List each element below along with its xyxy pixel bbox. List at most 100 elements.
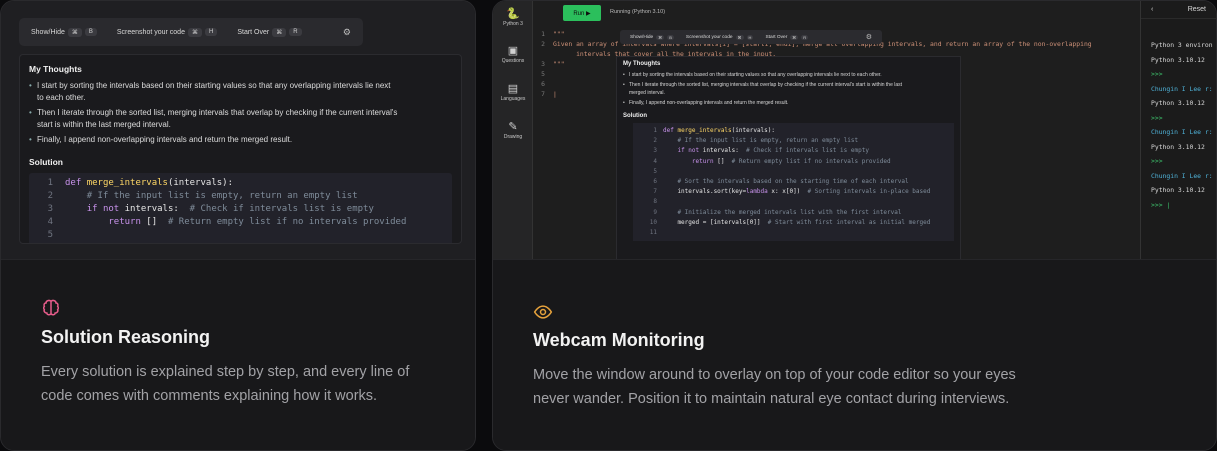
- questions-icon: ▣: [507, 45, 519, 57]
- line-number: 7: [541, 90, 545, 98]
- code-line: 7 intervals.sort(key=lambda x: x[0]) # S…: [633, 187, 954, 197]
- thought-item: Then I iterate through the sorted list, …: [29, 107, 399, 131]
- card-caption: Solution Reasoning Every solution is exp…: [1, 259, 475, 450]
- sidebar-item-drawing[interactable]: ✎ Drawing: [493, 120, 533, 140]
- terminal-line: Python 3.10.12: [1151, 99, 1205, 107]
- thought-item: Finally, I append non-overlapping interv…: [623, 99, 913, 107]
- line-number: [533, 49, 553, 59]
- pen-icon: ✎: [508, 121, 518, 133]
- thoughts-list: I start by sorting the intervals based o…: [623, 71, 954, 107]
- code-text: # If the input list is empty, return an …: [86, 191, 358, 201]
- ide-sidebar: 🐍 Python 3 ▣ Questions ▤ Languages ✎ Drawing: [493, 1, 533, 259]
- sidebar-item-questions[interactable]: ▣ Questions: [493, 44, 533, 64]
- line-number: 9: [653, 208, 657, 216]
- line-number: 10: [649, 218, 657, 226]
- terminal-line: Python 3.10.12: [1151, 55, 1205, 64]
- screenshot-shortcut[interactable]: Screenshot your code ⌘ H: [685, 34, 754, 40]
- code-text: if not intervals: # Check if intervals l…: [677, 147, 869, 155]
- feature-description: Move the window around to overlay on top…: [533, 367, 1016, 407]
- python-lang-icon[interactable]: 🐍 Python 3: [493, 7, 533, 27]
- editor-text: """: [553, 60, 565, 68]
- line-number: 5: [653, 167, 657, 175]
- terminal-line: >>> |: [1151, 200, 1171, 209]
- running-status: Running (Python 3.10): [610, 9, 666, 15]
- line-number: 6: [541, 80, 545, 88]
- feature-description: Every solution is explained step by step…: [41, 364, 410, 404]
- python-icon: 🐍: [506, 8, 520, 20]
- terminal-line: >>>: [1151, 157, 1163, 165]
- code-text: def merge_intervals(intervals):: [65, 178, 233, 188]
- screenshot-label: Screenshot your code: [116, 28, 185, 36]
- show-hide-label: Show/Hide: [630, 34, 654, 40]
- solution-panel: My Thoughts I start by sorting the inter…: [19, 54, 462, 244]
- show-hide-shortcut[interactable]: Show/Hide ⌘ B: [630, 34, 674, 40]
- code-line: 2 # If the input list is empty, return a…: [29, 190, 452, 203]
- line-number: 1: [653, 127, 657, 134]
- terminal-icon: ▤: [507, 83, 519, 95]
- terminal-line: Python 3.10.12: [1151, 142, 1205, 151]
- line-number: 8: [653, 198, 657, 206]
- reset-button[interactable]: Reset: [1188, 6, 1206, 13]
- line-number: 2: [541, 40, 545, 48]
- terminal-panel: ‹ Reset Python 3 environ Python 3.10.12 >>…: [1140, 1, 1216, 259]
- card-caption: Webcam Monitoring Move the window around…: [493, 259, 1216, 450]
- line-number: 3: [653, 147, 657, 155]
- thought-item: I start by sorting the intervals based o…: [623, 71, 913, 79]
- code-text: # Sort the intervals based on the starti…: [677, 178, 909, 186]
- terminal-line: Python 3.10.12: [1151, 186, 1205, 194]
- code-line: 3 if not intervals: # Check if intervals…: [633, 146, 954, 156]
- cmd-key: ⌘: [67, 27, 82, 37]
- code-line: 10 merged = [intervals[0]] # Start with …: [633, 218, 954, 228]
- code-text: if not intervals: # Check if intervals l…: [86, 204, 374, 214]
- line-number: 1: [541, 30, 545, 38]
- screenshot-label: Screenshot your code: [685, 34, 733, 40]
- code-text: # If the input list is empty, return an …: [677, 137, 859, 145]
- cmd-key: ⌘: [272, 27, 287, 37]
- sidebar-item-languages[interactable]: ▤ Languages: [493, 82, 533, 102]
- overlay-toolbar: Show/Hide ⌘ B Screenshot your code ⌘ H Start…: [620, 30, 882, 44]
- code-line: 1 def merge_intervals(intervals):: [633, 126, 954, 136]
- solution-title: Solution: [29, 157, 63, 167]
- terminal-line: Python 3 environ: [1151, 41, 1213, 49]
- line-number: 4: [653, 157, 657, 165]
- terminal-line: >>>: [1151, 113, 1163, 122]
- code-text: merged = [intervals[0]] # Start with fir…: [663, 218, 931, 226]
- show-hide-label: Show/Hide: [31, 28, 65, 36]
- start-over-shortcut[interactable]: Start Over ⌘ R: [765, 34, 809, 40]
- code-line: 3 if not intervals: # Check if intervals…: [29, 203, 452, 216]
- line-number: 11: [649, 229, 657, 237]
- brain-icon: [42, 299, 60, 316]
- gear-icon[interactable]: ⚙: [343, 27, 351, 38]
- sidebar-label: Python 3: [503, 21, 523, 27]
- solution-reasoning-card: Show/Hide ⌘ B Screenshot your code ⌘ H Sta…: [0, 0, 476, 451]
- thought-item: Then I iterate through the sorted list, …: [623, 81, 913, 97]
- line-number: 6: [653, 178, 657, 186]
- screenshot-shortcut[interactable]: Screenshot your code ⌘ H: [116, 27, 218, 37]
- overlay-solution-panel[interactable]: My Thoughts I start by sorting the inter…: [616, 56, 961, 259]
- show-hide-shortcut[interactable]: Show/Hide ⌘ B: [31, 27, 97, 37]
- key-r: R: [289, 28, 302, 36]
- gear-icon[interactable]: ⚙: [866, 33, 872, 41]
- run-button[interactable]: Run ▶: [563, 5, 601, 21]
- line-number: 2: [47, 191, 53, 201]
- thought-item: I start by sorting the intervals based o…: [29, 80, 399, 104]
- code-text: return [] # Return empty list if no inte…: [108, 217, 407, 227]
- key-b: B: [84, 28, 97, 36]
- code-line: 8: [633, 197, 954, 207]
- code-line: 1 def merge_intervals(intervals):: [29, 177, 452, 190]
- ide-screenshot: 🐍 Python 3 ▣ Questions ▤ Languages ✎ Drawing…: [493, 1, 1216, 259]
- feature-title: Solution Reasoning: [41, 327, 210, 347]
- back-icon[interactable]: ‹: [1151, 6, 1153, 13]
- code-line: 6 # Sort the intervals based on the star…: [29, 242, 452, 243]
- solution-screenshot: Show/Hide ⌘ B Screenshot your code ⌘ H Sta…: [1, 1, 475, 259]
- line-number: 5: [47, 230, 53, 240]
- start-over-shortcut[interactable]: Start Over ⌘ R: [237, 27, 302, 37]
- terminal-line: Chungin I Lee r:: [1151, 84, 1213, 93]
- eye-icon: [533, 305, 553, 319]
- line-number: 3: [47, 204, 53, 214]
- code-line: 5: [29, 229, 452, 242]
- solution-code-block: 1 def merge_intervals(intervals): 2 # If t…: [29, 173, 452, 243]
